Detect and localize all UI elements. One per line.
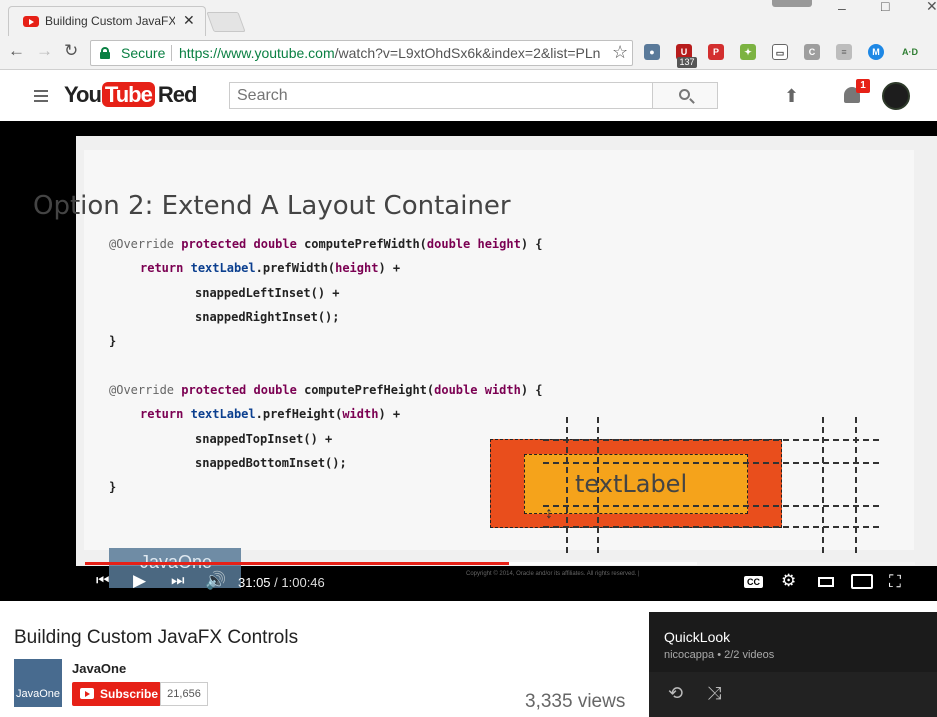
new-tab-button[interactable] <box>206 12 246 32</box>
playlist-meta: nicocappa • 2/2 videos <box>664 649 775 661</box>
extension-css-icon[interactable]: ≡ <box>836 44 852 60</box>
playlist-title[interactable]: QuickLook <box>664 629 730 645</box>
previous-icon[interactable]: ⏮ <box>96 572 110 589</box>
omnibox-divider <box>171 45 172 61</box>
youtube-red-logo[interactable]: You Tube Red <box>64 82 198 110</box>
tab-close-icon[interactable]: ✕ <box>183 12 195 29</box>
code-line: return textLabel.prefWidth(height) + <box>140 261 401 275</box>
window-close-icon[interactable]: ✕ <box>926 0 937 15</box>
url-path: /watch?v=L9xtOhdSx6k&index=2&list=PLn <box>334 45 601 61</box>
code-line: snappedTopInset() + <box>195 432 333 446</box>
inset-arrow-icon: ↕ <box>545 505 553 522</box>
shuffle-icon[interactable]: ⤨ <box>707 683 721 704</box>
code-line: } <box>109 334 117 348</box>
textlabel-box-label: textLabel <box>575 470 688 498</box>
code-line: return textLabel.prefHeight(width) + <box>140 407 401 421</box>
cast-icon[interactable] <box>851 574 873 589</box>
slide-copyright: Copyright © 2014, Oracle and/or its affi… <box>466 571 640 577</box>
extension-ad-icon[interactable]: A·D <box>899 44 921 60</box>
guide-line <box>543 462 879 464</box>
duration: 1:00:46 <box>281 575 325 590</box>
upload-icon[interactable]: ⬆ <box>784 86 799 107</box>
address-bar[interactable]: Secure https://www.youtube.com/watch?v=L… <box>90 40 633 66</box>
progress-played <box>85 562 509 565</box>
guide-line <box>543 505 879 507</box>
youtube-favicon-icon <box>23 16 39 27</box>
channel-name[interactable]: JavaOne <box>72 661 126 676</box>
bookmark-star-icon[interactable]: ☆ <box>612 42 628 63</box>
tab-title: Building Custom JavaFX Controls <box>45 14 175 28</box>
extension-m-icon[interactable]: M <box>868 44 884 60</box>
guide-line <box>543 439 879 441</box>
code-line: snappedBottomInset(); <box>195 456 347 470</box>
fullscreen-icon[interactable]: ⛶ <box>889 572 901 592</box>
theater-mode-icon[interactable] <box>818 577 834 587</box>
url-text[interactable]: https://www.youtube.com/watch?v=L9xtOhdS… <box>179 45 607 61</box>
forward-icon[interactable]: → <box>36 41 53 61</box>
slide-title: Option 2: Extend A Layout Container <box>33 191 511 221</box>
subscriber-count: 21,656 <box>160 682 208 706</box>
logo-tube: Tube <box>101 82 155 107</box>
extension-cocktail-icon[interactable]: ✦ <box>740 44 756 60</box>
guide-line <box>597 417 599 553</box>
secure-label: Secure <box>121 45 166 61</box>
play-icon[interactable]: ▶ <box>133 571 146 591</box>
notification-count-badge: 1 <box>856 79 870 93</box>
window-profile-badge[interactable] <box>772 0 812 7</box>
time-display: 31:05 / 1:00:46 <box>238 575 325 590</box>
maximize-icon[interactable]: □ <box>881 0 889 14</box>
settings-icon[interactable]: ⚙ <box>781 571 796 591</box>
extension-satellite-icon[interactable]: ● <box>644 44 660 60</box>
reload-icon[interactable]: ↻ <box>64 41 78 61</box>
video-player[interactable]: Option 2: Extend A Layout Container @Ove… <box>0 121 937 601</box>
guide-line <box>822 417 824 553</box>
extension-c-icon[interactable]: C <box>804 44 820 60</box>
browser-tab[interactable]: Building Custom JavaFX Controls ✕ <box>8 6 206 36</box>
search-input[interactable] <box>229 82 654 109</box>
extension-bus-icon[interactable]: ▭ <box>772 44 788 60</box>
guide-line <box>566 417 568 553</box>
extension-pocket-icon[interactable]: P <box>708 44 724 60</box>
code-line: @Override protected double computePrefHe… <box>109 383 543 397</box>
extension-badge-count: 137 <box>677 57 697 68</box>
volume-icon[interactable]: 🔊 <box>205 571 226 591</box>
minimize-icon[interactable]: – <box>838 0 846 16</box>
browser-tab-strip: Building Custom JavaFX Controls ✕ – □ ✕ <box>0 0 937 36</box>
time-separator: / <box>270 575 282 590</box>
browser-toolbar: ← → ↻ Secure https://www.youtube.com/wat… <box>0 36 937 70</box>
guide-line <box>543 526 879 528</box>
lock-icon <box>100 47 110 59</box>
logo-you: You <box>64 82 102 107</box>
code-line: @Override protected double computePrefWi… <box>109 237 543 251</box>
code-line: snappedLeftInset() + <box>195 286 340 300</box>
menu-icon[interactable] <box>34 90 48 102</box>
view-count: 3,335 views <box>525 691 626 712</box>
channel-avatar-text: JavaOne <box>16 688 61 700</box>
next-icon[interactable]: ⏭ <box>171 572 185 589</box>
code-line: snappedRightInset(); <box>195 310 340 324</box>
youtube-play-icon <box>80 688 94 699</box>
back-icon[interactable]: ← <box>8 41 25 61</box>
search-button[interactable] <box>652 82 718 109</box>
current-time: 31:05 <box>238 575 271 590</box>
logo-red: Red <box>157 82 198 107</box>
loop-icon[interactable]: ⟲ <box>668 683 683 704</box>
guide-line <box>855 417 857 553</box>
captions-icon[interactable]: CC <box>744 576 763 588</box>
url-host: https://www.youtube.com <box>179 45 335 61</box>
account-avatar[interactable] <box>882 82 910 110</box>
code-line: } <box>109 480 117 494</box>
video-title: Building Custom JavaFX Controls <box>14 627 299 648</box>
youtube-header: YouTubeRed ⬆ 1 <box>0 71 937 121</box>
search-icon <box>679 89 690 100</box>
